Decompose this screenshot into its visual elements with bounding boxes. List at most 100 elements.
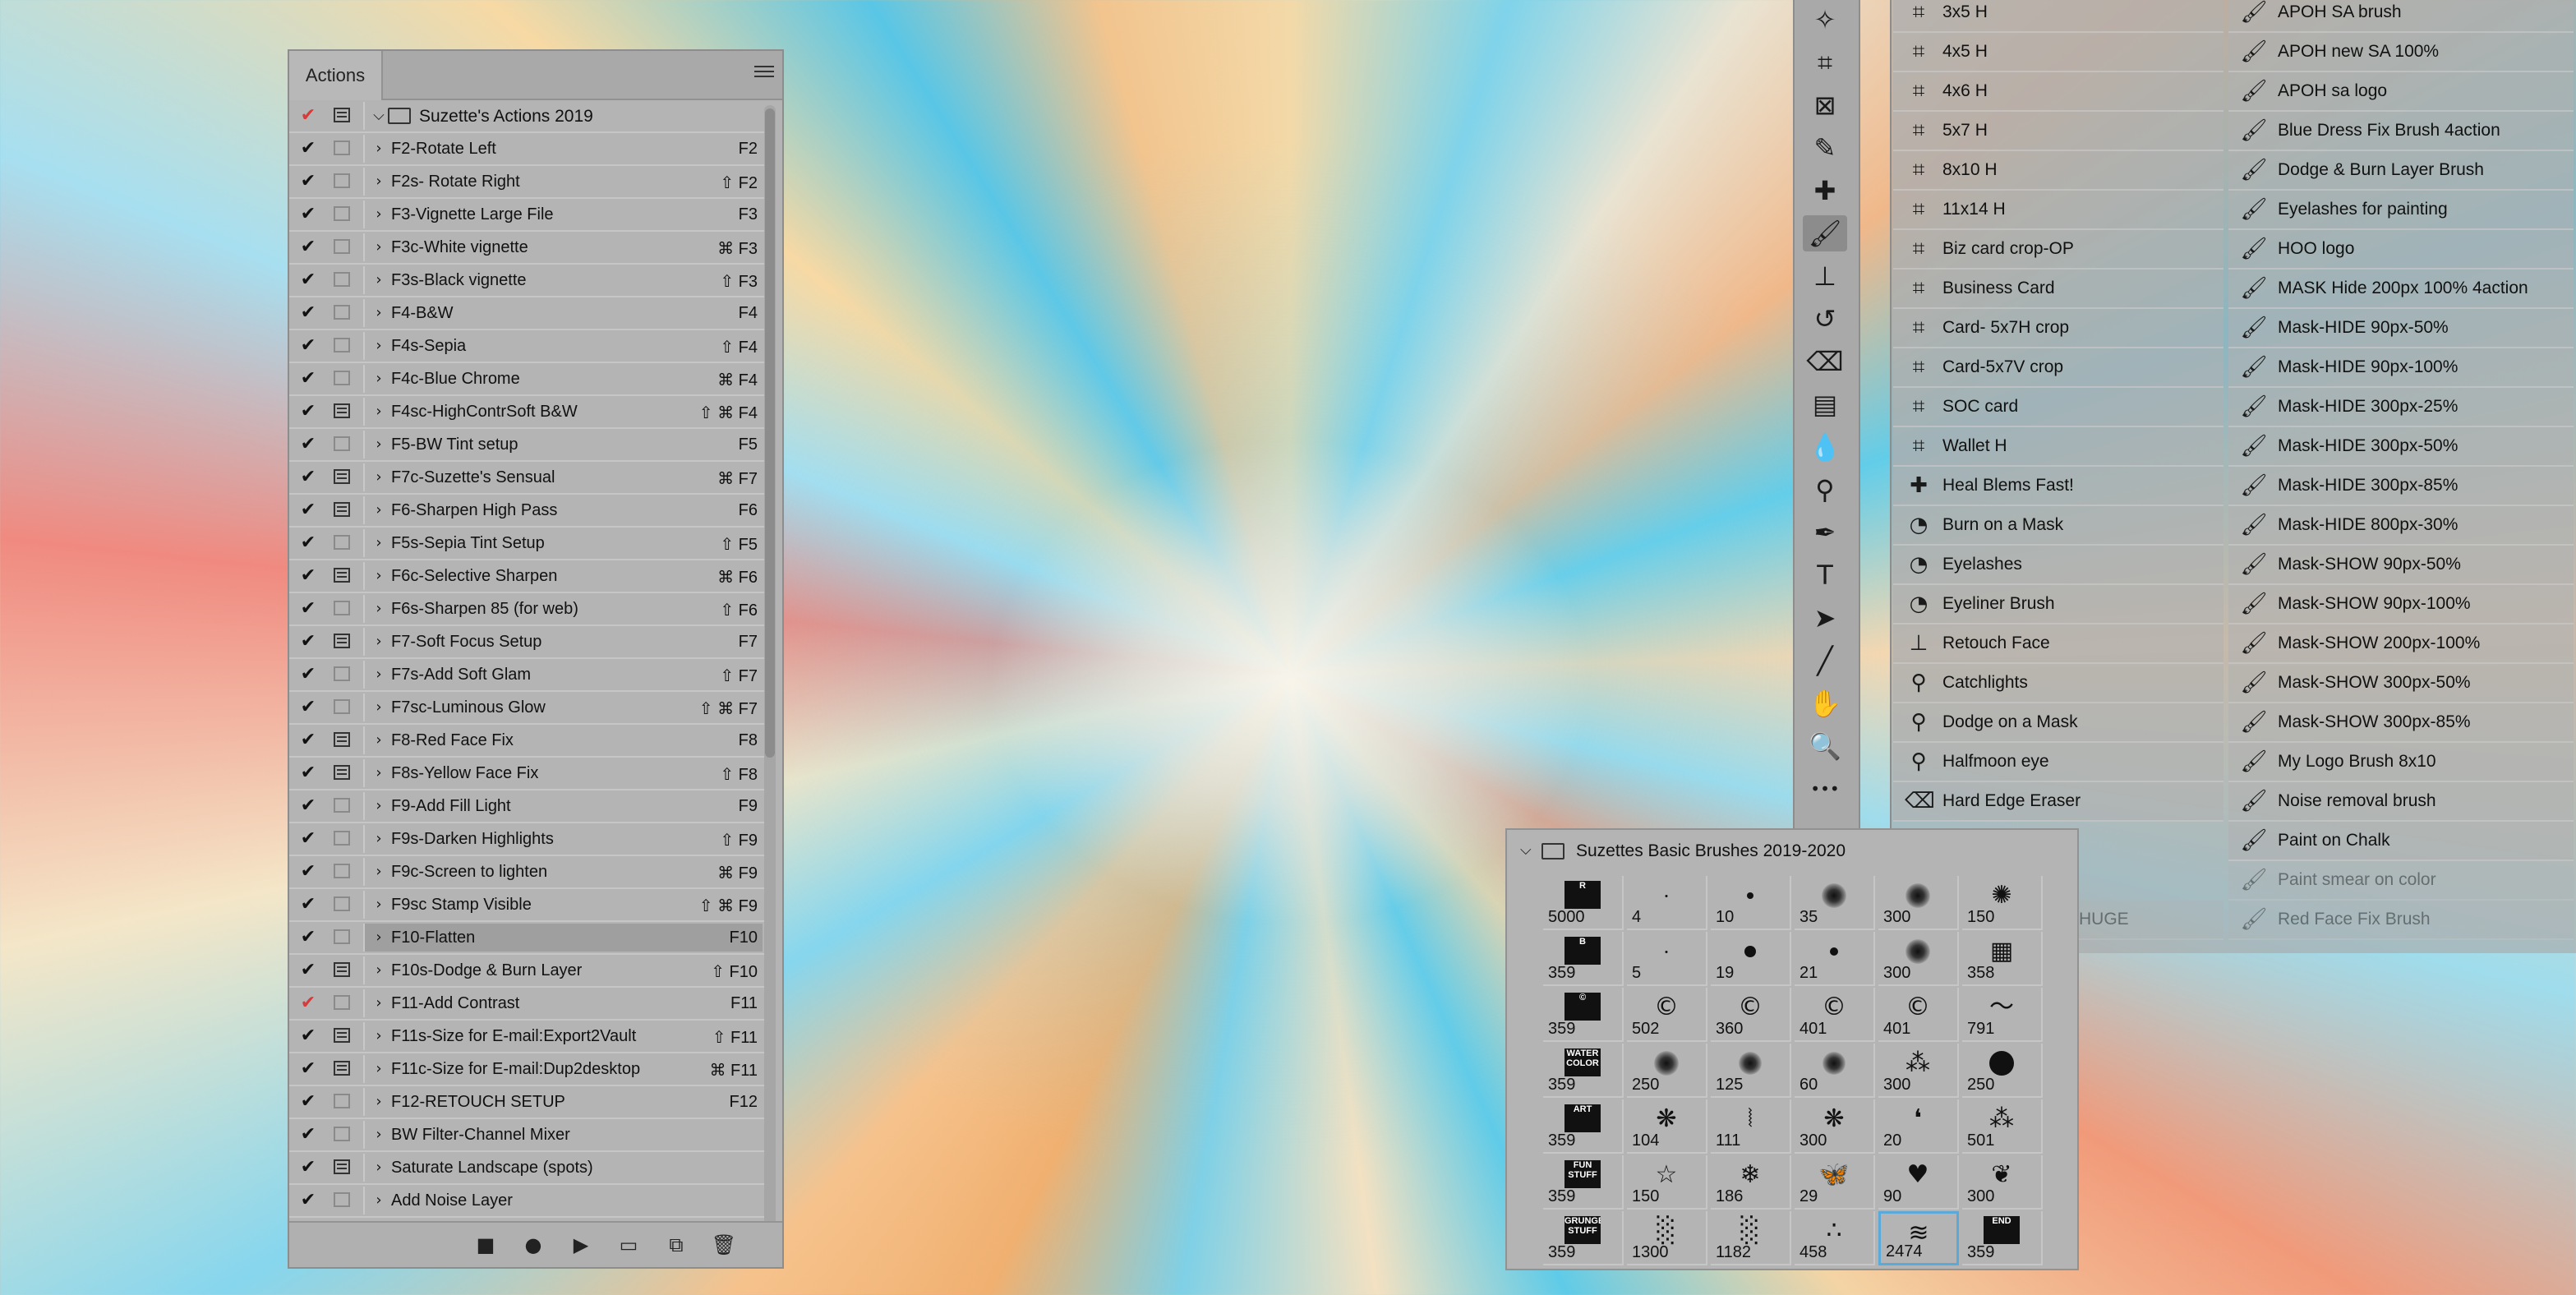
- action-cell[interactable]: › F4s-Sepia ⇧ F4: [363, 332, 763, 360]
- dialog-toggle-icon[interactable]: [334, 765, 350, 780]
- preset-item[interactable]: ⌗ 3x5 H: [1893, 0, 2223, 33]
- toggle-check-icon[interactable]: ✔: [299, 894, 317, 915]
- toggle-check-icon[interactable]: ✔: [299, 1157, 317, 1178]
- action-cell[interactable]: › F11-Add Contrast F11: [363, 989, 763, 1017]
- brush-tip[interactable]: ART 359: [1543, 1099, 1624, 1154]
- action-cell[interactable]: › F9sc Stamp Visible ⇧ ⌘ F9: [363, 891, 763, 919]
- toggle-check-icon[interactable]: ✔: [299, 500, 317, 521]
- dialog-toggle-icon[interactable]: [334, 206, 350, 221]
- preset-item[interactable]: ⌗ 8x10 H: [1893, 151, 2223, 191]
- preset-item[interactable]: 🖌 Dodge & Burn Layer Brush: [2228, 151, 2574, 191]
- action-row[interactable]: ✔ › F4c-Blue Chrome ⌘ F4: [289, 363, 766, 396]
- brush-tip[interactable]: FUN STUFF 359: [1543, 1155, 1624, 1210]
- preset-item[interactable]: 🖌 Mask-HIDE 300px-50%: [2228, 427, 2574, 467]
- toggle-check-icon[interactable]: ✔: [299, 467, 317, 488]
- dialog-toggle-icon[interactable]: [334, 601, 350, 615]
- preset-item[interactable]: 🖌 Red Face Fix Brush: [2228, 901, 2574, 940]
- dialog-toggle-icon[interactable]: [334, 173, 350, 188]
- brush-tip[interactable]: ❦ 300: [1962, 1155, 2043, 1210]
- chevron-right-icon[interactable]: ›: [370, 565, 388, 587]
- eyedropper-icon[interactable]: ✎: [1803, 130, 1847, 166]
- action-cell[interactable]: › F11c-Size for E-mail:Dup2desktop ⌘ F11: [363, 1055, 763, 1083]
- preset-item[interactable]: ◔ Eyelashes: [1893, 546, 2223, 585]
- action-cell[interactable]: › F4-B&W F4: [363, 299, 763, 327]
- chevron-right-icon[interactable]: ›: [370, 730, 388, 751]
- preset-item[interactable]: 🖌 Mask-SHOW 90px-100%: [2228, 585, 2574, 624]
- pen-icon[interactable]: ✒: [1803, 514, 1847, 551]
- dialog-toggle-icon[interactable]: [334, 305, 350, 320]
- brush-tip[interactable]: © 359: [1543, 988, 1624, 1042]
- brush-tip[interactable]: 35: [1795, 876, 1875, 930]
- toggle-check-icon[interactable]: ✔: [299, 532, 317, 554]
- action-row[interactable]: ✔ › F7c-Suzette's Sensual ⌘ F7: [289, 462, 766, 495]
- delete-icon[interactable]: 🗑: [710, 1231, 738, 1259]
- chevron-right-icon[interactable]: ›: [370, 1091, 388, 1113]
- action-cell[interactable]: › F2s- Rotate Right ⇧ F2: [363, 168, 763, 196]
- dialog-toggle-icon[interactable]: [334, 239, 350, 254]
- actions-scrollbar[interactable]: [764, 105, 776, 1239]
- dialog-toggle-icon[interactable]: [334, 634, 350, 648]
- preset-item[interactable]: 🖌 Paint on Chalk: [2228, 822, 2574, 861]
- brush-tip[interactable]: 10: [1711, 876, 1791, 930]
- action-row[interactable]: ✔ › F8-Red Face Fix F8: [289, 725, 766, 758]
- action-row[interactable]: ✔ › F3s-Black vignette ⇧ F3: [289, 265, 766, 297]
- action-cell[interactable]: › F11s-Size for E-mail:Export2Vault ⇧ F11: [363, 1022, 763, 1050]
- brush-group-header[interactable]: ⌵ Suzettes Basic Brushes 2019-2020: [1507, 830, 2077, 873]
- brush-tip[interactable]: 🦋 29: [1795, 1155, 1875, 1210]
- brush-tip[interactable]: ❄ 186: [1711, 1155, 1791, 1210]
- preset-item[interactable]: ⌗ 11x14 H: [1893, 191, 2223, 230]
- action-cell[interactable]: › Saturate Landscape (spots): [363, 1154, 763, 1182]
- action-set-cell[interactable]: ⌵ Suzette's Actions 2019: [363, 102, 763, 130]
- chevron-right-icon[interactable]: ›: [370, 664, 388, 685]
- action-cell[interactable]: › F12-RETOUCH SETUP F12: [363, 1088, 763, 1116]
- action-row[interactable]: ✔ › F7sc-Luminous Glow ⇧ ⌘ F7: [289, 692, 766, 725]
- action-cell[interactable]: › F6s-Sharpen 85 (for web) ⇧ F6: [363, 595, 763, 623]
- preset-item[interactable]: 🖌 Noise removal brush: [2228, 782, 2574, 822]
- preset-item[interactable]: ⌗ Card- 5x7H crop: [1893, 309, 2223, 348]
- brush-tip[interactable]: ░ 1300: [1627, 1211, 1707, 1265]
- toggle-check-icon[interactable]: ✔: [299, 763, 317, 784]
- brush-tip[interactable]: © 401: [1878, 988, 1959, 1042]
- chevron-right-icon[interactable]: ›: [370, 1058, 388, 1080]
- action-row[interactable]: ✔ › F2-Rotate Left F2: [289, 133, 766, 166]
- dialog-toggle-icon[interactable]: [334, 831, 350, 846]
- chevron-right-icon[interactable]: ›: [370, 697, 388, 718]
- dialog-toggle-icon[interactable]: [334, 864, 350, 878]
- action-row[interactable]: ✔ › F9sc Stamp Visible ⇧ ⌘ F9: [289, 889, 766, 922]
- stop-icon[interactable]: ■: [472, 1231, 500, 1259]
- dialog-toggle-icon[interactable]: [334, 141, 350, 155]
- action-row[interactable]: ✔ › F5s-Sepia Tint Setup ⇧ F5: [289, 528, 766, 560]
- action-row[interactable]: ✔ › F4s-Sepia ⇧ F4: [289, 330, 766, 363]
- chevron-right-icon[interactable]: ›: [370, 532, 388, 554]
- action-row[interactable]: ✔ › F11s-Size for E-mail:Export2Vault ⇧ F11: [289, 1021, 766, 1053]
- dialog-toggle-icon[interactable]: [334, 436, 350, 451]
- action-cell[interactable]: › F6-Sharpen High Pass F6: [363, 496, 763, 524]
- preset-item[interactable]: ⚲ Catchlights: [1893, 664, 2223, 703]
- brush-tip[interactable]: R 5000: [1543, 876, 1624, 930]
- chevron-right-icon[interactable]: ›: [370, 368, 388, 389]
- brush-tip[interactable]: ～ 791: [1962, 988, 2043, 1042]
- toggle-check-icon[interactable]: ✔: [299, 598, 317, 620]
- magic-wand-icon[interactable]: ✧: [1803, 2, 1847, 38]
- action-row[interactable]: ✔ › F9-Add Fill Light F9: [289, 790, 766, 823]
- action-cell[interactable]: › F7s-Add Soft Glam ⇧ F7: [363, 661, 763, 689]
- dialog-toggle-icon[interactable]: [334, 502, 350, 517]
- action-cell[interactable]: › F3-Vignette Large File F3: [363, 200, 763, 228]
- toggle-check-icon[interactable]: ✔: [299, 105, 317, 127]
- action-cell[interactable]: › F5s-Sepia Tint Setup ⇧ F5: [363, 529, 763, 557]
- action-row[interactable]: ✔ › Add Noise Layer: [289, 1185, 766, 1218]
- action-cell[interactable]: › F6c-Selective Sharpen ⌘ F6: [363, 562, 763, 590]
- action-cell[interactable]: › F3s-Black vignette ⇧ F3: [363, 266, 763, 294]
- healing-brush-icon[interactable]: ✚: [1803, 173, 1847, 209]
- crop-icon[interactable]: ⌗: [1803, 44, 1847, 81]
- action-row[interactable]: ✔ › F7-Soft Focus Setup F7: [289, 626, 766, 659]
- toggle-check-icon[interactable]: ✔: [299, 1058, 317, 1080]
- line-icon[interactable]: ╱: [1803, 643, 1847, 679]
- preset-item[interactable]: 🖌 Mask-HIDE 90px-50%: [2228, 309, 2574, 348]
- preset-item[interactable]: ⌗ SOC card: [1893, 388, 2223, 427]
- toggle-check-icon[interactable]: ✔: [299, 795, 317, 817]
- dialog-toggle-icon[interactable]: [334, 338, 350, 353]
- action-row[interactable]: ✔ › F8s-Yellow Face Fix ⇧ F8: [289, 758, 766, 790]
- frame-icon[interactable]: ⊠: [1803, 87, 1847, 123]
- dialog-toggle-icon[interactable]: [334, 108, 350, 122]
